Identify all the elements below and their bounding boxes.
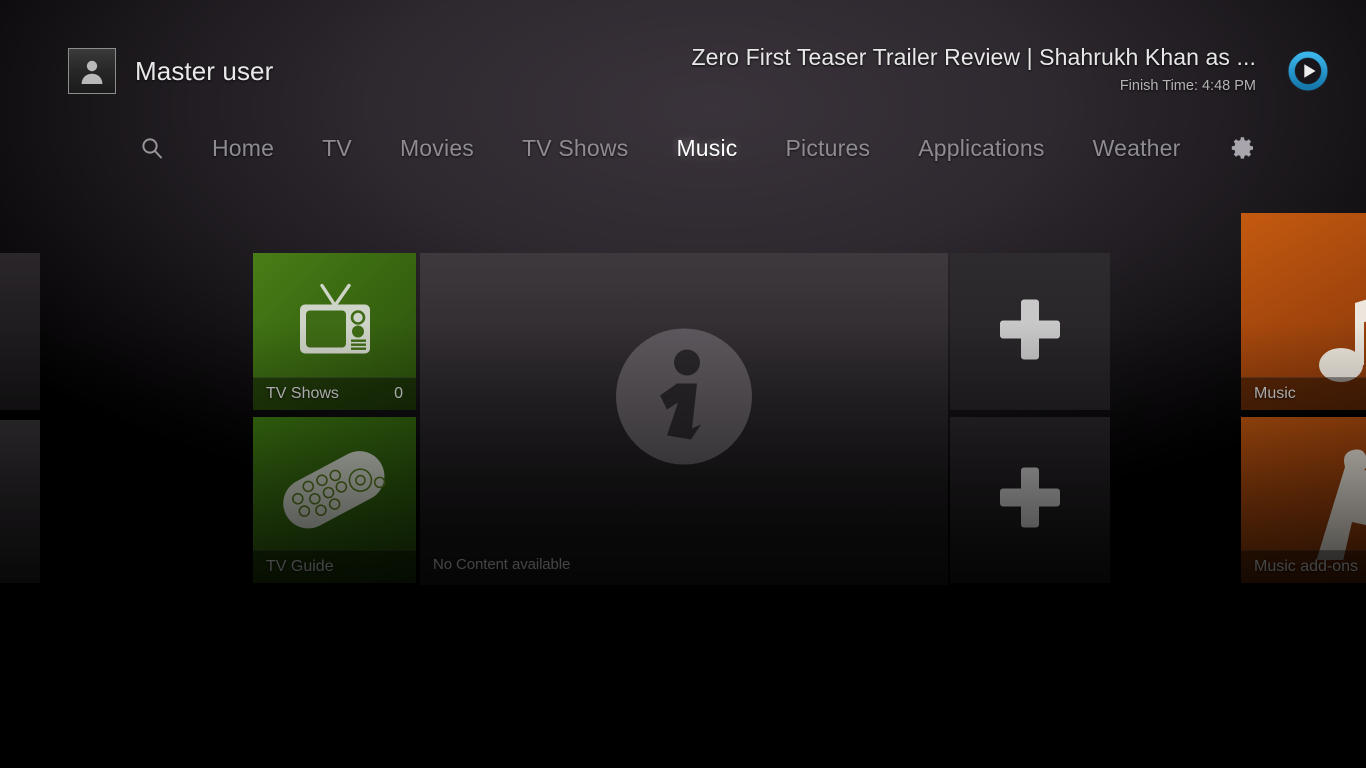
person-icon [79,57,105,85]
info-panel[interactable] [420,253,948,544]
search-icon[interactable] [140,136,164,160]
top-bar: Master user Zero First Teaser Trailer Re… [0,0,1366,118]
nav-item-movies[interactable]: Movies [400,135,474,162]
nav-item-music[interactable]: Music [676,135,737,162]
user-name-label: Master user [135,55,274,86]
tile-label: TV Shows 0 [253,377,416,410]
tile-label: Music [1241,377,1366,410]
kodi-home-screen: Master user Zero First Teaser Trailer Re… [0,0,1366,768]
retro-tv-icon [287,280,383,377]
plus-icon [994,462,1066,539]
nav-item-tv[interactable]: TV [322,135,352,162]
finish-time-label: Finish Time: 4:48 PM [1119,78,1256,94]
tile-partial-left-top[interactable] [0,253,40,410]
nav-item-tv-shows[interactable]: TV Shows [522,135,628,162]
tile-label: TV Guide [253,550,416,583]
user-profile[interactable]: Master user [68,48,273,94]
plus-icon [994,293,1066,370]
avatar[interactable] [68,48,116,94]
remote-control-icon [271,438,399,544]
nav-item-home[interactable]: Home [212,135,274,162]
tile-music[interactable]: Music [1241,213,1366,410]
no-content-bar: No Content available [420,544,948,585]
tile-music-addons[interactable]: Music add-ons [1241,417,1366,583]
tile-tv-shows[interactable]: TV Shows 0 [253,253,416,410]
bottom-bar: Power Favourites Thursday, January 4, 20… [0,658,1366,768]
nav-item-pictures[interactable]: Pictures [786,135,871,162]
now-playing-info[interactable]: Zero First Teaser Trailer Review | Shahr… [691,44,1256,94]
info-circle-icon [605,317,763,480]
tile-row: TV Shows 0 TV Guide No Content available… [0,213,1366,585]
tile-tv-guide[interactable]: TV Guide [253,417,416,583]
tile-add-top[interactable] [950,253,1110,410]
nav-item-weather[interactable]: Weather [1093,135,1181,162]
tile-tv-shows-label: TV Shows [266,385,339,402]
main-navigation: Home TV Movies TV Shows Music Pictures A… [0,126,1366,170]
play-circle-icon[interactable] [1286,49,1330,93]
no-content-label: No Content available [433,556,571,573]
tile-music-label: Music [1254,385,1296,402]
puzzle-piece-icon [1287,435,1366,574]
nav-item-applications[interactable]: Applications [918,135,1044,162]
tile-partial-left-bottom[interactable] [0,420,40,583]
tile-music-addons-label: Music add-ons [1254,558,1359,575]
gear-icon[interactable] [1229,135,1255,161]
music-note-icon [1295,265,1366,390]
tile-tv-shows-count: 0 [394,385,403,402]
tile-label: Music add-ons [1241,550,1366,583]
tile-tv-guide-label: TV Guide [266,558,334,575]
tile-add-bottom[interactable] [950,417,1110,583]
now-playing-title: Zero First Teaser Trailer Review | Shahr… [691,44,1256,70]
